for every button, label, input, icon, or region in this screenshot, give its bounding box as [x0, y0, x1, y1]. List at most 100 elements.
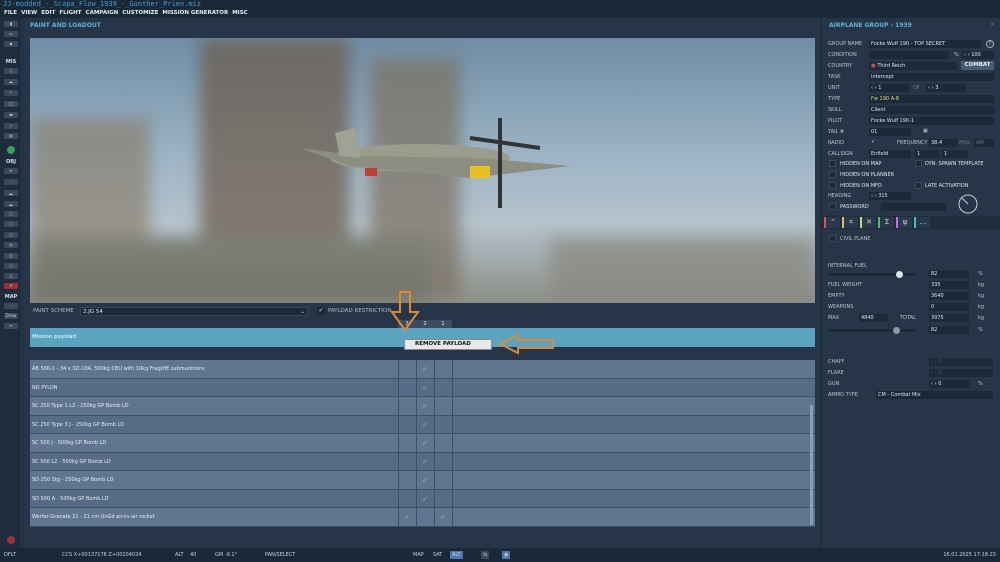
waypoint-tab-icon[interactable]: ⌃: [824, 217, 840, 228]
internal-fuel-slider[interactable]: [829, 271, 915, 278]
menu-file[interactable]: FILE: [4, 9, 17, 18]
save-icon[interactable]: ▪: [4, 41, 18, 47]
payload-tab-icon[interactable]: ⌗: [842, 217, 858, 228]
internal-fuel-input[interactable]: 82: [929, 270, 969, 278]
civil-plane-checkbox[interactable]: [829, 235, 836, 242]
scrollbar[interactable]: [810, 405, 813, 525]
vehicle-icon[interactable]: ▂: [4, 201, 18, 207]
alt-button[interactable]: ALT: [450, 551, 463, 559]
airplane-icon[interactable]: ✈: [4, 168, 18, 174]
triggers-icon[interactable]: ▬: [4, 112, 18, 118]
payload-restriction-checkbox[interactable]: ✓: [317, 307, 325, 315]
formation-icon[interactable]: ○: [4, 263, 18, 269]
menu-view[interactable]: VIEW: [21, 9, 37, 18]
heading-input[interactable]: ‹ › 315: [869, 192, 911, 200]
map-layer-icon[interactable]: -: [4, 303, 18, 309]
close-icon[interactable]: ×: [990, 21, 995, 28]
trigger-zone-icon[interactable]: □: [4, 101, 18, 107]
chart-icon[interactable]: ▮: [4, 21, 18, 27]
password-checkbox[interactable]: [829, 203, 836, 210]
radio-checkbox[interactable]: ✓: [871, 139, 875, 145]
check-icon[interactable]: ✓: [398, 508, 416, 527]
check-icon[interactable]: ✓: [434, 508, 452, 527]
draw-button[interactable]: Draw: [4, 313, 18, 319]
payload-row[interactable]: SD 250 Stg - 250kg GP Bomb LD ✓: [30, 471, 815, 490]
check-icon[interactable]: ✓: [416, 397, 434, 416]
slider-handle[interactable]: [895, 271, 903, 278]
menu-mission-generator[interactable]: MISSION GENERATOR: [162, 9, 228, 18]
open-icon[interactable]: ▭: [4, 31, 18, 37]
hidden-on-mfd-checkbox[interactable]: [829, 182, 836, 189]
triggered-actions-tab-icon[interactable]: ✕: [860, 217, 876, 228]
filter-icon[interactable]: ⇆: [481, 551, 490, 559]
more-tab-icon[interactable]: …: [914, 217, 930, 228]
check-icon[interactable]: ✓: [416, 471, 434, 490]
group-name-input[interactable]: Focke Wulf 190 - TOP SECRET: [869, 40, 981, 48]
waypoint-icon[interactable]: ○: [4, 232, 18, 238]
hidden-on-map-checkbox[interactable]: [829, 160, 836, 167]
condition-input[interactable]: ‹ › 100: [962, 51, 994, 59]
menu-misc[interactable]: MISC: [232, 9, 248, 18]
zone-icon[interactable]: ◎: [4, 253, 18, 259]
check-icon[interactable]: ✓: [416, 434, 434, 453]
resources-icon[interactable]: ▤: [4, 133, 18, 139]
up-arrow-icon[interactable]: [7, 146, 15, 154]
ruler-icon[interactable]: ↔: [4, 323, 18, 329]
callsign-select[interactable]: Enfield: [869, 150, 911, 158]
help-icon[interactable]: ?: [986, 40, 994, 48]
sat-button[interactable]: SAT: [433, 548, 442, 562]
payload-row[interactable]: Werfer-Granate 21 - 21 cm UnGd air-to-ai…: [30, 508, 815, 527]
target-icon[interactable]: ◎: [4, 242, 18, 248]
type-select[interactable]: Fw 190 A-8: [869, 95, 994, 103]
delete-icon[interactable]: ×: [4, 283, 18, 289]
hidden-on-planner-checkbox[interactable]: [829, 171, 836, 178]
menu-campaign[interactable]: CAMPAIGN: [86, 9, 119, 18]
check-icon[interactable]: ✓: [416, 416, 434, 435]
total-weight-slider[interactable]: [829, 327, 915, 334]
ship-icon[interactable]: ▂: [4, 190, 18, 196]
ammo-type-select[interactable]: CM - Combat Mix: [876, 391, 993, 399]
menu-customize[interactable]: CUSTOMIZE: [122, 9, 158, 18]
paint-scheme-select[interactable]: 2.JG 54 ⌄: [80, 307, 308, 316]
route-icon[interactable]: ~: [4, 90, 18, 96]
tail-image-icon[interactable]: ▣: [923, 128, 928, 134]
late-activation-checkbox[interactable]: [915, 182, 922, 189]
payload-row[interactable]: SC 250 Type 3 J - 250kg GP Bomb LD ✓: [30, 415, 815, 435]
password-input[interactable]: [881, 203, 946, 211]
pilot-input[interactable]: Focke Wulf 190-1: [869, 117, 994, 125]
slider-handle[interactable]: [893, 327, 900, 334]
dyn-spawn-checkbox[interactable]: [915, 160, 922, 167]
payload-row[interactable]: SC 250 Type 1 L2 - 250kg GP Bomb LD ✓: [30, 397, 815, 416]
map-button[interactable]: MAP: [413, 548, 424, 562]
combat-button[interactable]: COMBAT: [961, 61, 994, 70]
check-icon[interactable]: ✓: [416, 379, 434, 398]
summary-tab-icon[interactable]: Σ: [878, 217, 894, 228]
shapes-icon[interactable]: △: [4, 273, 18, 279]
settings-icon[interactable]: ◉: [502, 551, 511, 559]
column-header-1[interactable]: 1: [434, 320, 452, 328]
check-icon[interactable]: ✓: [416, 360, 434, 379]
remove-payload-menu-item[interactable]: REMOVE PAYLOAD: [404, 339, 492, 350]
briefing-icon[interactable]: ▯: [4, 68, 18, 74]
gun-input[interactable]: ‹ › 0: [929, 380, 969, 388]
unit-input[interactable]: ‹ › 1: [869, 84, 909, 92]
weather-icon[interactable]: ☁: [4, 79, 18, 85]
payload-row[interactable]: SD 500 A - 500kg GP Bomb LD ✓: [30, 489, 815, 509]
callsign-number-2[interactable]: 1: [942, 150, 968, 158]
check-icon[interactable]: ✓: [4, 123, 18, 129]
payload-row[interactable]: SC 500 J - 500kg GP Bomb LD ✓: [30, 434, 815, 453]
payload-row[interactable]: AB 500-1 - 34 x SD-10A, 500kg CBU with 1…: [30, 360, 815, 379]
layer-select[interactable]: DFLT: [4, 548, 16, 562]
frequency-input[interactable]: 38.4: [929, 139, 957, 147]
task-select[interactable]: Intercept: [869, 73, 994, 81]
check-icon[interactable]: ✓: [416, 490, 434, 509]
unit-count-input[interactable]: ‹ › 3: [926, 84, 966, 92]
heading-dial[interactable]: [957, 193, 979, 215]
menu-flight[interactable]: FLIGHT: [59, 9, 81, 18]
helicopter-icon[interactable]: -: [4, 179, 18, 185]
skill-select[interactable]: Client: [869, 106, 994, 114]
callsign-number-1[interactable]: 1: [915, 150, 939, 158]
modulation-select[interactable]: AM: [974, 139, 994, 147]
stop-icon[interactable]: [7, 536, 15, 544]
payload-row[interactable]: NO PYLON ✓: [30, 378, 815, 398]
